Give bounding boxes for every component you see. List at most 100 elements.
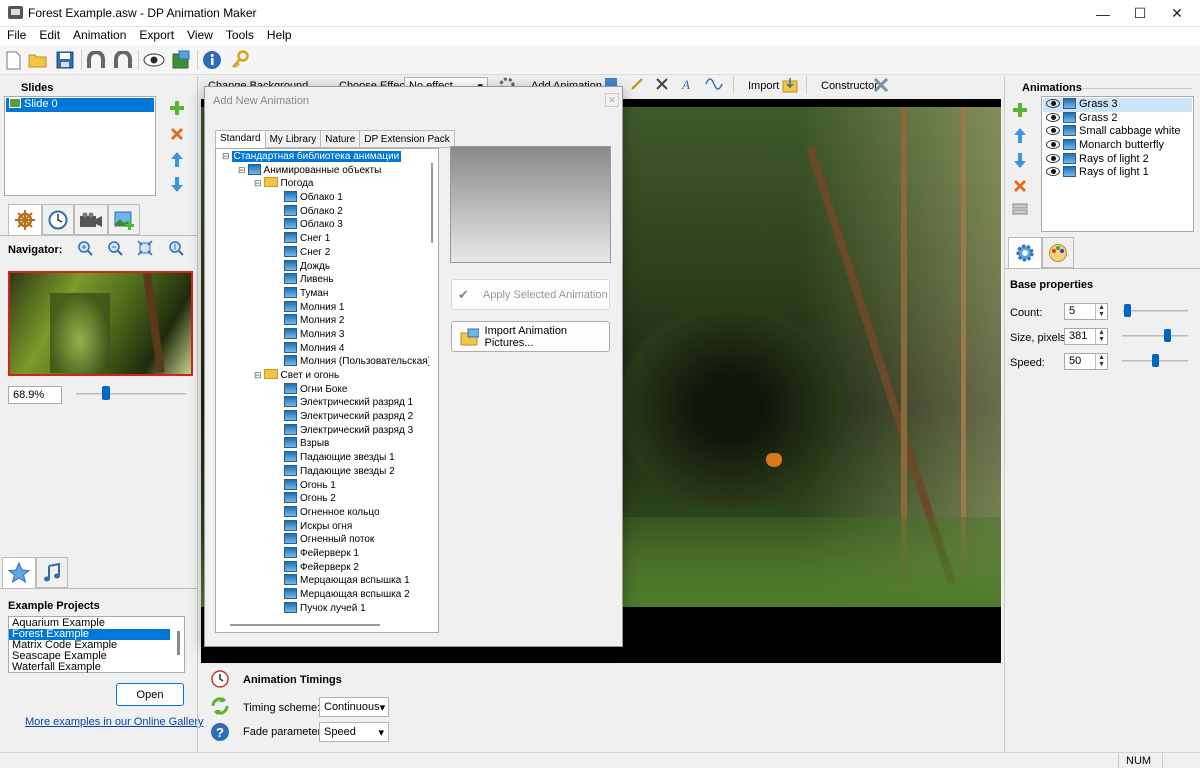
fade-parameter-select[interactable]: Speed ▾ — [319, 722, 389, 742]
visibility-eye-icon[interactable] — [1046, 99, 1060, 108]
tree-item[interactable]: Молния 2 — [216, 314, 426, 328]
new-file-icon[interactable] — [1, 48, 25, 72]
count-slider-thumb[interactable] — [1124, 304, 1131, 317]
menu-help[interactable]: Help — [260, 27, 298, 45]
example-projects-list[interactable]: Aquarium Example Forest Example Matrix C… — [8, 616, 185, 673]
tree-item[interactable]: Молния 3 — [216, 327, 426, 342]
tree-item[interactable]: Облако 1 — [216, 191, 426, 205]
slides-list[interactable]: Slide 0 — [4, 96, 156, 196]
animation-item[interactable]: Rays of light 2 — [1043, 152, 1192, 167]
tree-item[interactable]: Фейерверк 1 — [216, 546, 426, 561]
size-input[interactable]: 381 ▲ ▼ — [1064, 328, 1108, 345]
tree-folder[interactable]: ⊟ Погода — [216, 177, 426, 191]
spin-arrows-icon[interactable]: ▲ ▼ — [1095, 329, 1107, 344]
tree-item[interactable]: Молния 4 — [216, 341, 426, 356]
count-slider-track[interactable] — [1122, 310, 1188, 312]
menu-tools[interactable]: Tools — [219, 27, 260, 45]
collapse-icon[interactable]: ⊟ — [254, 178, 262, 188]
move-slide-up-icon[interactable] — [170, 151, 184, 171]
zoom-actual-icon[interactable] — [168, 240, 184, 259]
info-icon[interactable] — [200, 48, 224, 72]
animation-item[interactable]: Rays of light 1 — [1043, 166, 1192, 180]
redo-icon[interactable] — [111, 48, 135, 72]
tab-camera[interactable] — [74, 204, 108, 235]
tree-item[interactable]: Электрический разряд 2 — [216, 410, 426, 424]
tree-item[interactable]: Огни Боке — [216, 382, 426, 397]
close-button[interactable]: ✕ — [1154, 0, 1200, 27]
tree-item[interactable]: Падающие звезды 1 — [216, 451, 426, 465]
help-icon[interactable]: ? — [210, 722, 230, 745]
navigator-thumbnail[interactable] — [8, 271, 193, 376]
tab-music[interactable] — [36, 557, 68, 588]
animation-item[interactable]: Grass 2 — [1043, 111, 1192, 126]
tree-item[interactable]: Огненный поток — [216, 533, 426, 547]
tree-item[interactable]: Облако 2 — [216, 204, 426, 219]
tree-item[interactable]: Пучок лучей 1 — [216, 601, 426, 616]
zoom-slider-track[interactable] — [76, 393, 186, 395]
zoom-in-icon[interactable] — [77, 240, 93, 259]
size-slider-track[interactable] — [1122, 335, 1188, 337]
open-button[interactable]: Open — [116, 683, 184, 706]
zoom-value[interactable]: 68.9% — [8, 386, 62, 404]
tree-hscrollbar[interactable] — [230, 624, 380, 626]
tab-navigator[interactable] — [8, 204, 42, 236]
speed-input[interactable]: 50 ▲ ▼ — [1064, 353, 1108, 370]
online-gallery-link[interactable]: More examples in our Online Gallery — [25, 716, 204, 728]
tab-nature[interactable]: Nature — [321, 130, 361, 148]
tab-my-library[interactable]: My Library — [265, 130, 322, 148]
tree-item[interactable]: Мерцающая вспышка 2 — [216, 588, 426, 602]
undo-icon[interactable] — [84, 48, 108, 72]
speed-slider-thumb[interactable] — [1152, 354, 1159, 367]
move-animation-up-icon[interactable] — [1013, 127, 1027, 147]
move-animation-down-icon[interactable] — [1013, 152, 1027, 172]
size-slider-thumb[interactable] — [1164, 329, 1171, 342]
text-animation-icon[interactable]: A — [681, 77, 695, 94]
refresh-icon[interactable] — [210, 696, 230, 719]
save-icon[interactable] — [53, 48, 77, 72]
tree-item[interactable]: Падающие звезды 2 — [216, 464, 426, 479]
tree-item[interactable]: Молния (Пользовательская) — [216, 355, 431, 369]
tree-item[interactable]: Туман — [216, 286, 426, 301]
add-slide-icon[interactable] — [169, 100, 185, 119]
key-icon[interactable] — [228, 48, 252, 72]
tab-dp-extension-pack[interactable]: DP Extension Pack — [360, 130, 455, 148]
layers-icon[interactable] — [1012, 203, 1028, 220]
tree-item[interactable]: Взрыв — [216, 437, 426, 451]
delete-slide-icon[interactable] — [170, 127, 184, 144]
tree-item[interactable]: Огонь 2 — [216, 492, 426, 506]
tab-examples[interactable] — [2, 557, 36, 589]
animations-list[interactable]: Grass 3 Grass 2 Small cabbage white Mona… — [1041, 96, 1194, 232]
tab-colors[interactable] — [1042, 237, 1074, 268]
wave-icon[interactable] — [705, 77, 723, 94]
visibility-eye-icon[interactable] — [1046, 153, 1060, 163]
slide-item[interactable]: Slide 0 — [6, 98, 154, 112]
tree-item[interactable]: Фейерверк 2 — [216, 560, 426, 575]
open-folder-icon[interactable] — [26, 48, 50, 72]
tree-root[interactable]: ⊟ Стандартная библиотека анимации — [216, 150, 426, 164]
visibility-eye-icon[interactable] — [1046, 112, 1060, 122]
animation-item[interactable]: Grass 3 — [1043, 98, 1192, 112]
tree-item[interactable]: Молния 1 — [216, 300, 426, 315]
visibility-eye-icon[interactable] — [1046, 167, 1060, 177]
tree-item[interactable]: Снег 2 — [216, 245, 426, 260]
tree-item[interactable]: Ливень — [216, 273, 426, 287]
zoom-slider-thumb[interactable] — [102, 386, 110, 400]
export-icon[interactable] — [169, 48, 193, 72]
tab-base-properties[interactable] — [1008, 237, 1042, 269]
animation-item[interactable]: Monarch butterfly — [1043, 139, 1192, 153]
visibility-eye-icon[interactable] — [1046, 140, 1060, 150]
move-slide-down-icon[interactable] — [170, 176, 184, 196]
tree-group[interactable]: ⊟ Анимированные объекты — [216, 163, 426, 178]
tree-scrollbar[interactable] — [431, 163, 433, 243]
tree-item[interactable]: Огонь 1 — [216, 478, 426, 493]
examples-scrollbar[interactable] — [177, 631, 180, 655]
tree-folder[interactable]: ⊟ Свет и огонь — [216, 369, 426, 383]
zoom-out-icon[interactable] — [107, 240, 123, 259]
delete-animation-icon[interactable] — [1013, 179, 1027, 196]
tree-item[interactable]: Электрический разряд 3 — [216, 423, 426, 438]
menu-edit[interactable]: Edit — [32, 27, 66, 45]
timing-scheme-select[interactable]: Continuous ▾ — [319, 697, 389, 717]
tab-timing[interactable] — [42, 204, 74, 235]
dialog-close-button[interactable]: ✕ — [605, 93, 619, 107]
menu-export[interactable]: Export — [132, 27, 180, 45]
